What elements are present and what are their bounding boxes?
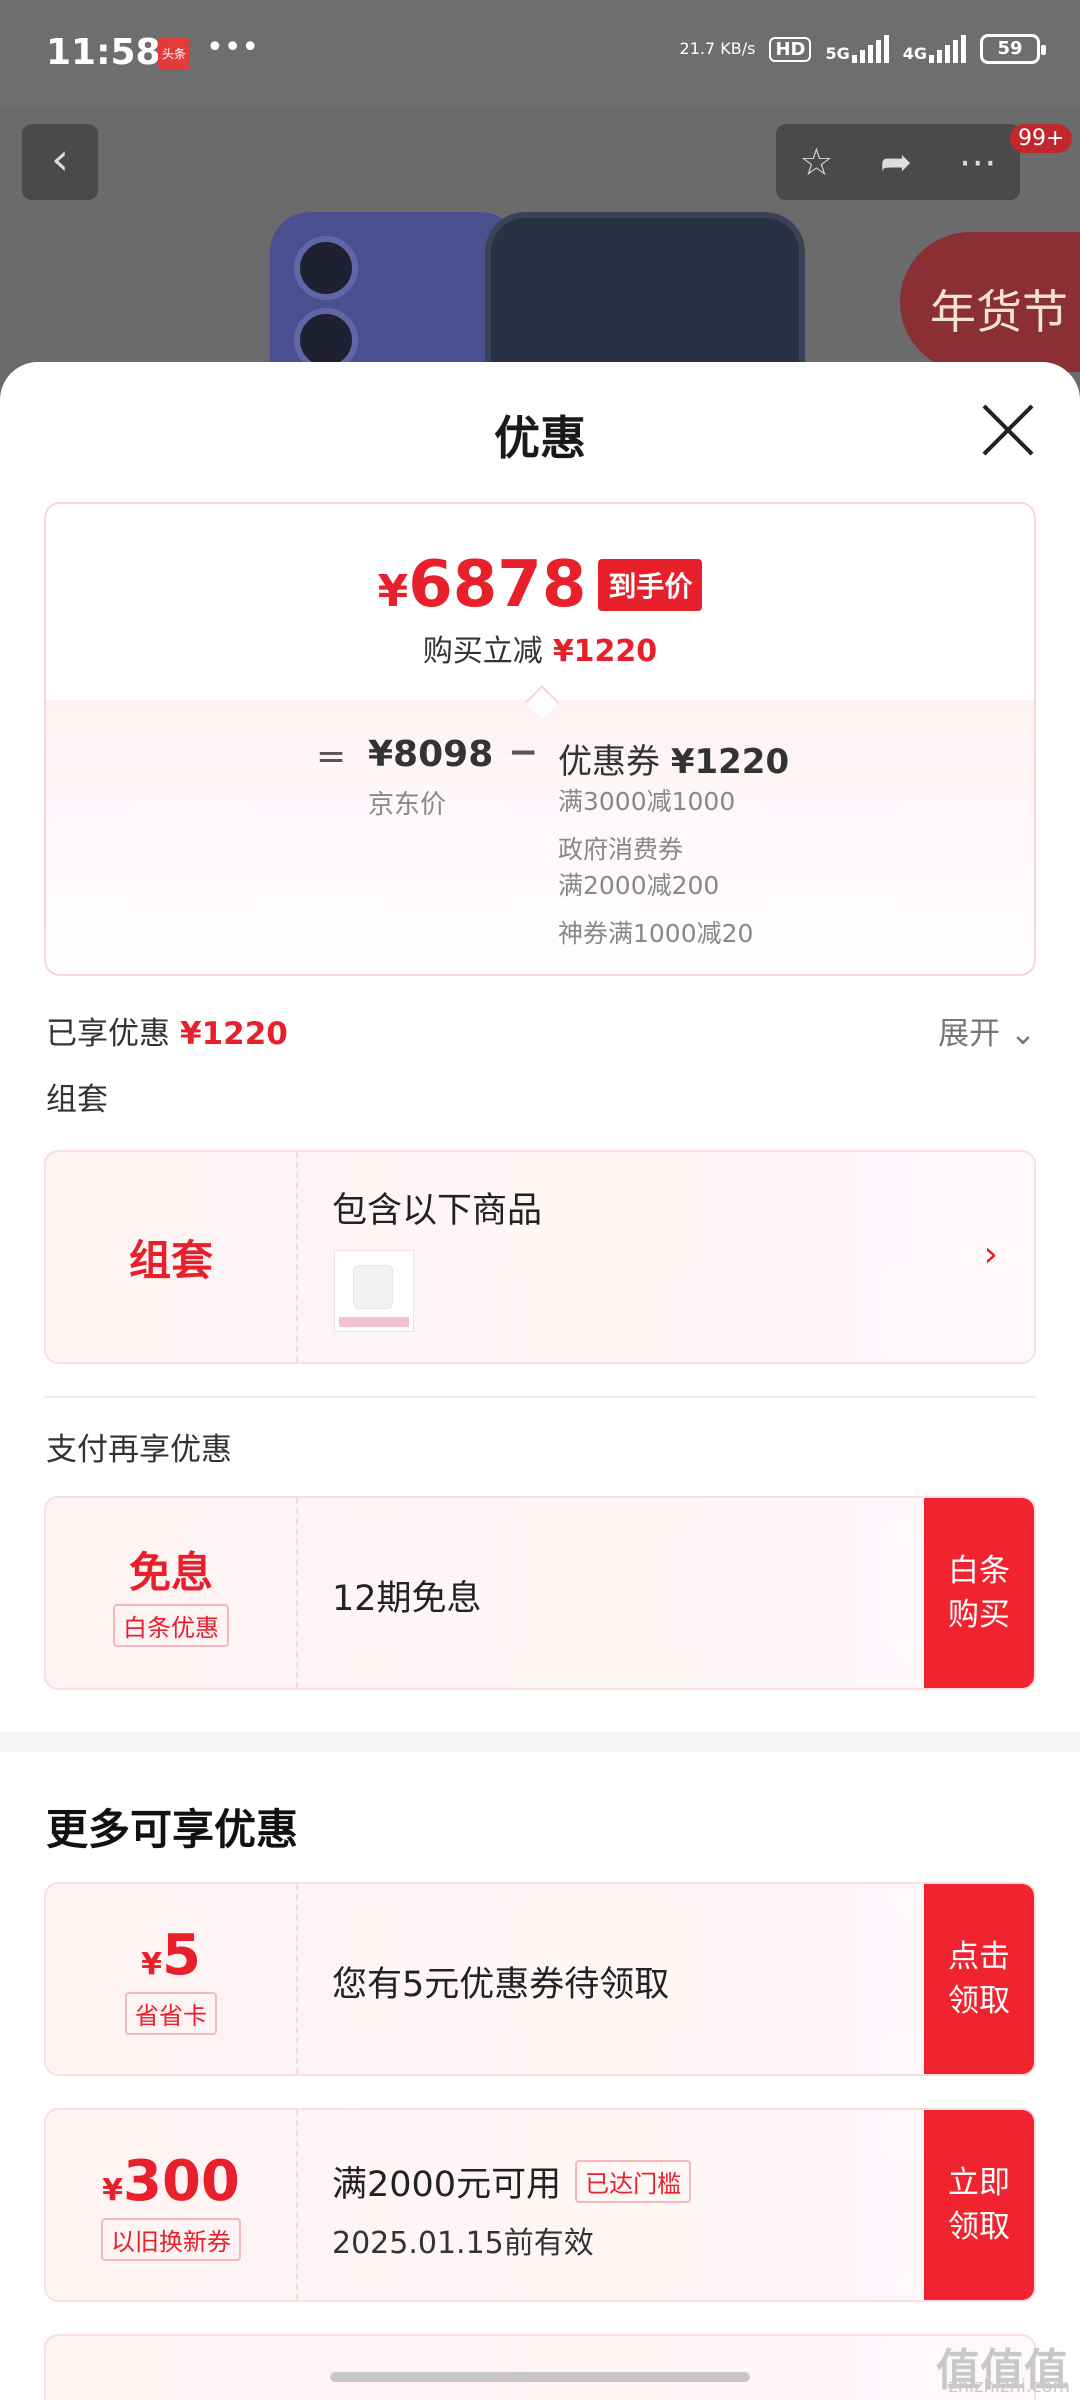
coupon-title: 您有5元优惠券待领取: [332, 1965, 670, 2005]
jd-price: ¥8098: [368, 734, 494, 775]
trade-in-amount: 300: [122, 2149, 240, 2214]
product-image[interactable]: [270, 212, 810, 372]
coupon-currency: ¥: [141, 1947, 162, 1982]
bundle-card-title: 包含以下商品: [332, 1191, 543, 1231]
breakdown-pointer: [525, 685, 559, 719]
phone-back-image: [270, 212, 520, 372]
jd-price-label: 京东价: [368, 790, 447, 820]
phone-front-image: [485, 212, 805, 372]
instant-discount-amount: ¥1220: [552, 634, 658, 669]
status-bar: 11:58 头条 ••• 21.7 KB/s HD 5G 4G 59: [0, 0, 1080, 110]
interest-free-badge: 免息: [128, 1548, 213, 1597]
more-menu-icon[interactable]: ⋯: [959, 140, 997, 184]
enjoyed-discount-label: 已享优惠: [46, 1016, 170, 1052]
status-time: 11:58: [46, 32, 161, 73]
more-notifications-icon: •••: [206, 30, 260, 65]
trade-in-coupon-card: ¥300 以旧换新券 满2000元可用 已达门槛 2025.01.15前有效 立…: [44, 2108, 1036, 2302]
final-price-tag: 到手价: [598, 559, 703, 611]
trade-in-card-left: ¥300 以旧换新券: [46, 2110, 298, 2300]
network-speed: 21.7 KB/s: [679, 39, 756, 58]
bundle-card-badge: 组套: [128, 1235, 213, 1285]
instant-discount-row: 购买立减 ¥1220: [46, 626, 1034, 670]
coupon-amount: 5: [161, 1923, 201, 1988]
bundle-card[interactable]: 组套 包含以下商品 ›: [44, 1150, 1036, 1364]
close-icon[interactable]: [980, 402, 1036, 458]
interest-free-card-left: 免息 白条优惠: [46, 1498, 298, 1688]
baitiao-tag: 白条优惠: [113, 1604, 229, 1647]
next-coupon-card: [44, 2334, 1036, 2400]
coupon-detail-item: 神券满1000减20: [558, 919, 754, 948]
final-price-row: ¥6878 到手价: [46, 548, 1034, 622]
message-count-badge: 99+: [1010, 124, 1073, 153]
watermark-url: zhizhizhi.com: [948, 2376, 1070, 2397]
divider: [44, 1396, 1036, 1398]
expand-label: 展开: [938, 1016, 1001, 1052]
back-button[interactable]: ‹: [22, 124, 98, 200]
coupon-detail-item: 满3000减1000: [558, 787, 736, 816]
enjoyed-discount-row: 已享优惠 ¥1220: [46, 1008, 288, 1053]
battery-icon: 59: [980, 34, 1046, 64]
interest-free-card: 免息 白条优惠 12期免息 白条 购买: [44, 1496, 1036, 1690]
discount-sheet: 优惠 ¥6878 到手价 购买立减 ¥1220 = ¥8098 京东价 − 优惠券…: [0, 362, 1080, 2400]
bundle-product-thumbnail[interactable]: [334, 1250, 414, 1332]
final-price: ¥6878: [378, 548, 587, 622]
promo-badge[interactable]: 年货节: [900, 232, 1080, 372]
pay-section-label: 支付再享优惠: [46, 1432, 232, 1468]
claim-trade-in-button[interactable]: 立即 领取: [924, 2110, 1034, 2300]
camera-lens-icon: [294, 236, 358, 300]
installment-title: 12期免息: [332, 1579, 482, 1619]
section-gap: [0, 1732, 1080, 1752]
toutiao-app-icon: 头条: [158, 38, 190, 70]
signal-4g-icon: 4G: [903, 35, 966, 63]
charger-image: [353, 1265, 393, 1309]
favorite-star-icon[interactable]: ☆: [799, 140, 833, 184]
coupon-total-amount: ¥1220: [670, 742, 790, 782]
chevron-down-icon: ⌄: [1010, 1016, 1036, 1052]
chevron-right-icon: ›: [983, 1234, 998, 1275]
trade-in-value: ¥300: [102, 2149, 240, 2214]
bundle-section-label: 组套: [46, 1082, 108, 1118]
header-actions: ☆ ➦ ⋯: [776, 124, 1020, 200]
coupon-detail-item: 政府消费券 满2000减200: [558, 835, 720, 900]
trade-in-currency: ¥: [102, 2173, 123, 2208]
equals-sign: =: [316, 736, 347, 777]
coupon-value: ¥5: [141, 1923, 201, 1988]
share-icon[interactable]: ➦: [880, 140, 912, 184]
instant-discount-label: 购买立减: [422, 634, 543, 669]
coupon-card-left: ¥5 省省卡: [46, 1884, 298, 2074]
price-breakdown-card: ¥6878 到手价 购买立减 ¥1220 = ¥8098 京东价 − 优惠券 ¥1…: [44, 502, 1036, 976]
home-indicator[interactable]: [330, 2372, 750, 2382]
coupon-detail-list: 满3000减1000 政府消费券 满2000减200 神券满1000减20: [558, 784, 753, 964]
baitiao-buy-button[interactable]: 白条 购买: [924, 1498, 1034, 1688]
trade-in-tag: 以旧换新券: [101, 2218, 241, 2261]
hd-icon: HD: [769, 36, 812, 62]
signal-5g-label: 5G: [825, 44, 850, 63]
coupon-total: 优惠券 ¥1220: [558, 734, 789, 783]
threshold-reached-badge: 已达门槛: [575, 2160, 692, 2203]
sheet-title: 优惠: [494, 411, 586, 465]
more-discounts-heading: 更多可享优惠: [46, 1805, 299, 1854]
bundle-card-left: 组套: [46, 1152, 298, 1362]
trade-in-condition: 满2000元可用: [332, 2165, 562, 2205]
signal-5g-icon: 5G: [825, 35, 889, 63]
enjoyed-discount-amount: ¥1220: [180, 1016, 288, 1052]
coupon-total-label: 优惠券: [558, 742, 660, 782]
final-price-value: 6878: [408, 548, 587, 622]
coupon-type-tag: 省省卡: [125, 1992, 217, 2035]
trade-in-valid-date: 2025.01.15前有效: [332, 2226, 594, 2261]
signal-4g-label: 4G: [902, 44, 927, 63]
minus-sign: −: [508, 732, 539, 773]
coupon-card: ¥5 省省卡 您有5元优惠券待领取 点击 领取: [44, 1882, 1036, 2076]
thumbnail-label-strip: [339, 1317, 409, 1327]
claim-coupon-button[interactable]: 点击 领取: [924, 1884, 1034, 2074]
trade-in-title-row: 满2000元可用 已达门槛: [332, 2156, 692, 2207]
expand-toggle[interactable]: 展开 ⌄: [938, 1008, 1036, 1053]
currency-symbol: ¥: [377, 566, 409, 617]
